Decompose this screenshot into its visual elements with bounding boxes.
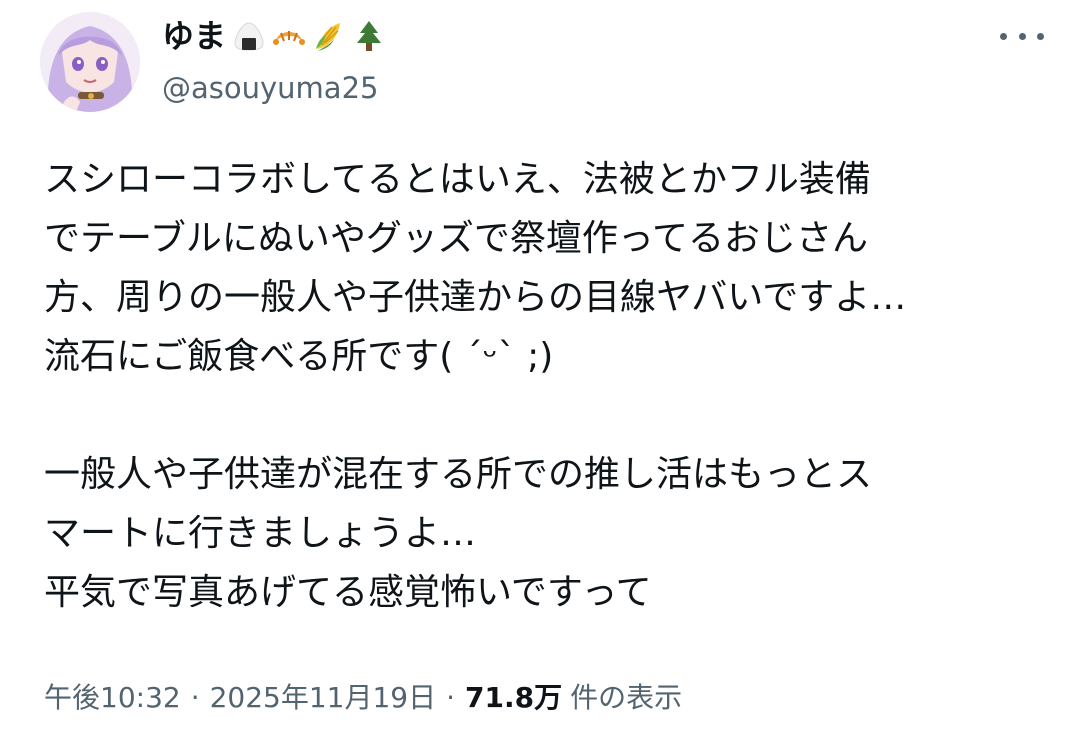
name-emojis: [232, 19, 386, 53]
tweet-time[interactable]: 午後10:32: [44, 676, 181, 720]
views-label: 件の表示: [570, 681, 683, 714]
dot: [1018, 32, 1026, 40]
dot: [1037, 32, 1044, 40]
rice-ball-icon: [234, 22, 264, 51]
tweet-line: マートに行きましょうよ…: [44, 513, 477, 554]
meta-separator: ·: [190, 681, 200, 714]
meta-separator: ·: [446, 681, 456, 714]
tweet-line: スシローコラボしてるとはいえ、法被とかフル装備: [44, 159, 871, 200]
tweet-text: スシローコラボしてるとはいえ、法被とかフル装備 でテーブルにぬいやグッズで祭壇作…: [44, 150, 1054, 622]
tweet: ゆま @asouyuma25 スシローコラボしてるとはいえ、法被とかフル装備 で…: [0, 0, 1082, 742]
views-count: 71.8万: [465, 681, 563, 714]
tweet-line: でテーブルにぬいやグッズで祭壇作ってるおじさん: [44, 218, 869, 259]
dot: [1000, 32, 1007, 40]
croissant-icon: [273, 31, 306, 45]
avatar-image: [40, 12, 140, 112]
name-row: ゆま: [162, 12, 386, 60]
tweet-line: 方、周りの一般人や子供達からの目線ヤバいですよ…: [44, 277, 907, 318]
author-header: ゆま @asouyuma25: [162, 12, 386, 108]
tweet-line: 流石にご飯食べる所です( ´ᵕ` ;): [44, 336, 554, 377]
tweet-date[interactable]: 2025年11月19日: [210, 676, 437, 720]
more-options-icon[interactable]: [1000, 24, 1044, 48]
display-name[interactable]: ゆま: [162, 12, 226, 60]
avatar[interactable]: [40, 12, 140, 112]
handle[interactable]: @asouyuma25: [162, 68, 386, 108]
evergreen-tree-icon: [357, 21, 382, 51]
tweet-line: 一般人や子供達が混在する所での推し活はもっとス: [44, 454, 873, 495]
tweet-line: [44, 386, 1054, 445]
tweet-meta: 午後10:32 · 2025年11月19日 · 71.8万 件の表示: [44, 676, 682, 720]
tweet-line: 平気で写真あげてる感覚怖いですって: [44, 572, 652, 613]
corn-icon: [316, 23, 341, 51]
